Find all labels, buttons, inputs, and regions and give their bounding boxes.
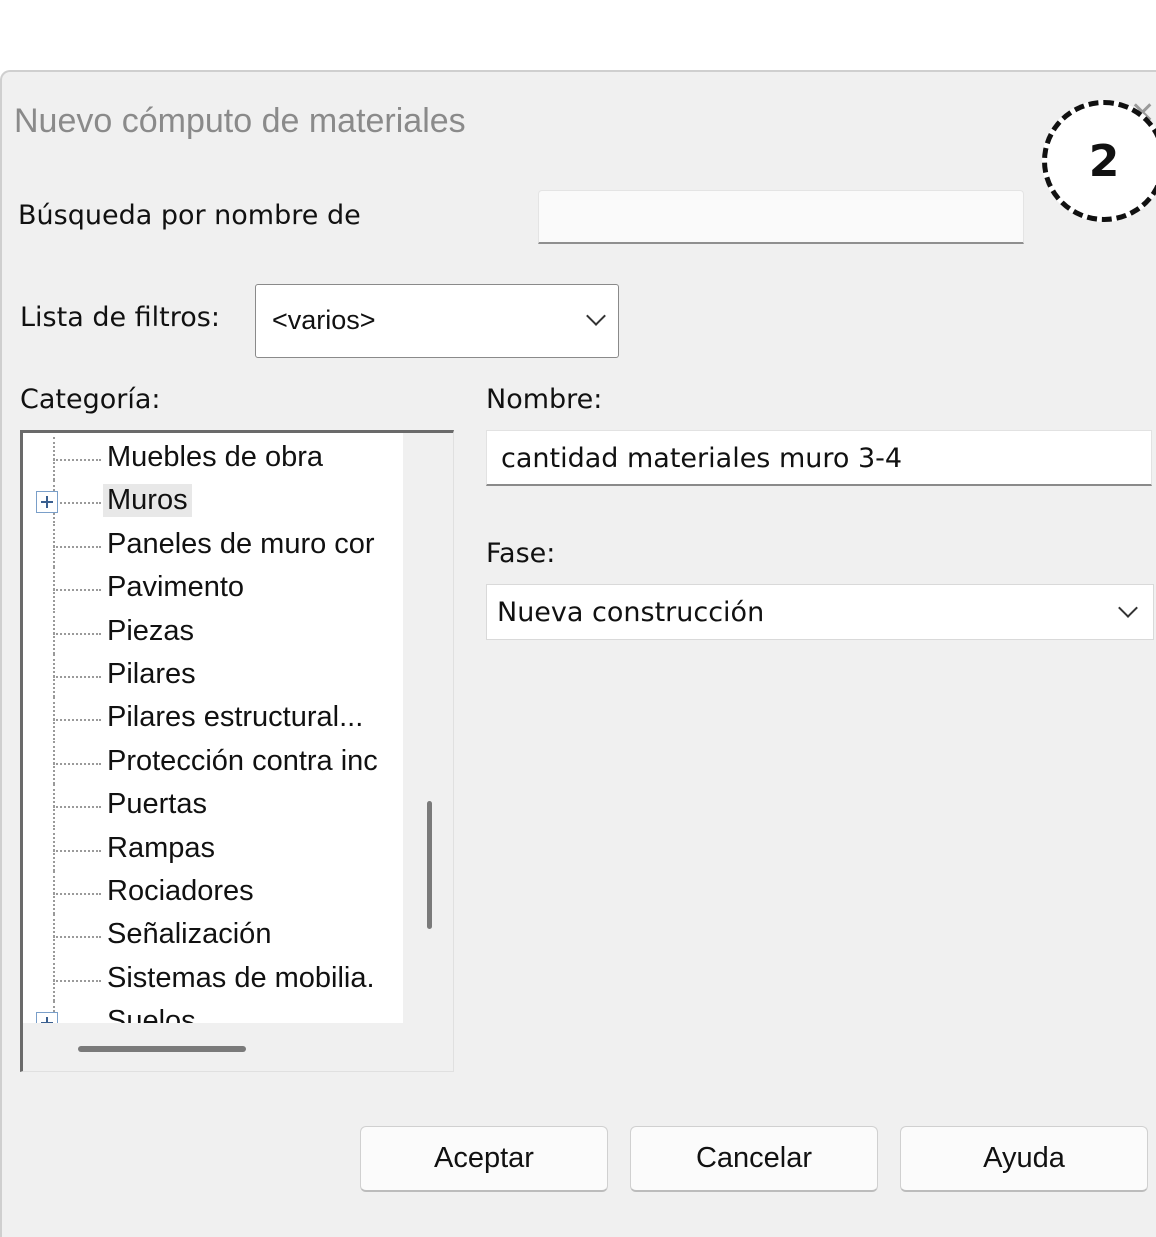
ok-button[interactable]: Aceptar [360, 1126, 608, 1192]
category-tree-item-label: Pilares estructural... [107, 701, 364, 734]
tree-connector [53, 502, 101, 505]
category-tree-item-label: Piezas [107, 614, 195, 647]
phase-value: Nueva construcción [497, 597, 765, 628]
tree-connector [53, 806, 101, 809]
category-tree-item-label: Rampas [107, 831, 215, 864]
horizontal-scrollbar[interactable] [78, 1046, 246, 1052]
tree-connector [53, 719, 101, 722]
chevron-down-icon [1118, 598, 1138, 618]
dialog-title: Nuevo cómputo de materiales [14, 102, 466, 140]
material-takeoff-dialog: Nuevo cómputo de materiales ✕ 2 Búsqueda… [0, 70, 1156, 1237]
category-tree-item[interactable]: Pilares [23, 654, 403, 697]
category-tree-item[interactable]: Protección contra inc [23, 740, 403, 784]
filter-list-select[interactable]: <varios> [255, 284, 619, 358]
tree-connector [53, 545, 101, 548]
background-top [0, 0, 1156, 72]
category-tree-item-label: Puertas [107, 788, 207, 821]
schedule-name-value: cantidad materiales muro 3-4 [501, 443, 903, 474]
category-tree-item[interactable]: Pavimento [23, 567, 403, 611]
category-tree-item[interactable]: Señalización [23, 914, 403, 958]
category-tree-item-label: Rociadores [107, 875, 254, 907]
expand-plus-icon[interactable] [36, 491, 58, 514]
search-label: Búsqueda por nombre de [18, 200, 361, 231]
chevron-down-icon [586, 306, 606, 326]
step-badge: 2 [1042, 100, 1156, 222]
category-tree-item-label: Paneles de muro cor [107, 527, 375, 560]
name-label: Nombre: [486, 384, 603, 415]
category-tree-item[interactable]: Muebles de obra [23, 437, 403, 480]
schedule-name-field[interactable]: cantidad materiales muro 3-4 [486, 430, 1152, 486]
category-tree-item-label: Muros [103, 484, 192, 518]
tree-connector [53, 632, 101, 635]
category-tree-item-label: Sistemas de mobilia. [107, 961, 375, 994]
category-tree-item[interactable]: Pilares estructural... [23, 697, 403, 741]
category-tree-item-label: Muebles de obra [107, 441, 324, 473]
tree-connector [53, 979, 101, 982]
category-tree-item-label: Protección contra inc [107, 744, 378, 777]
category-tree-item-label: Pilares [107, 658, 196, 690]
tree-connector [53, 893, 101, 895]
category-tree-item[interactable]: Rociadores [23, 871, 403, 914]
tree-connector [53, 849, 101, 852]
cancel-button[interactable]: Cancelar [630, 1126, 878, 1192]
help-button[interactable]: Ayuda [900, 1126, 1148, 1192]
tree-connector [53, 459, 101, 461]
category-tree-item[interactable]: Muros [23, 480, 403, 524]
category-tree-item[interactable]: Puertas [23, 784, 403, 828]
category-tree-item[interactable]: Piezas [23, 610, 403, 654]
category-tree-item[interactable]: Paneles de muro cor [23, 523, 403, 567]
filter-list-value: <varios> [272, 305, 376, 335]
category-tree-item-label: Señalización [107, 918, 272, 951]
filter-list-label: Lista de filtros: [20, 302, 220, 333]
tree-connector [53, 762, 101, 765]
search-input[interactable] [538, 190, 1024, 244]
phase-select[interactable]: Nueva construcción [486, 584, 1154, 640]
tree-connector [53, 589, 101, 592]
tree-connector [53, 936, 101, 939]
tree-connector [53, 676, 101, 678]
category-tree[interactable]: Suelos Sistemas de mobilia. Señalización Ro… [20, 430, 454, 1072]
category-tree-item-label: Pavimento [107, 571, 245, 604]
phase-label: Fase: [486, 538, 556, 569]
tree-scroll-area [403, 433, 453, 1071]
category-tree-item[interactable]: Rampas [23, 827, 403, 871]
category-label: Categoría: [20, 384, 161, 415]
category-tree-item[interactable]: Sistemas de mobilia. [23, 957, 403, 1001]
vertical-scrollbar[interactable] [427, 801, 432, 929]
